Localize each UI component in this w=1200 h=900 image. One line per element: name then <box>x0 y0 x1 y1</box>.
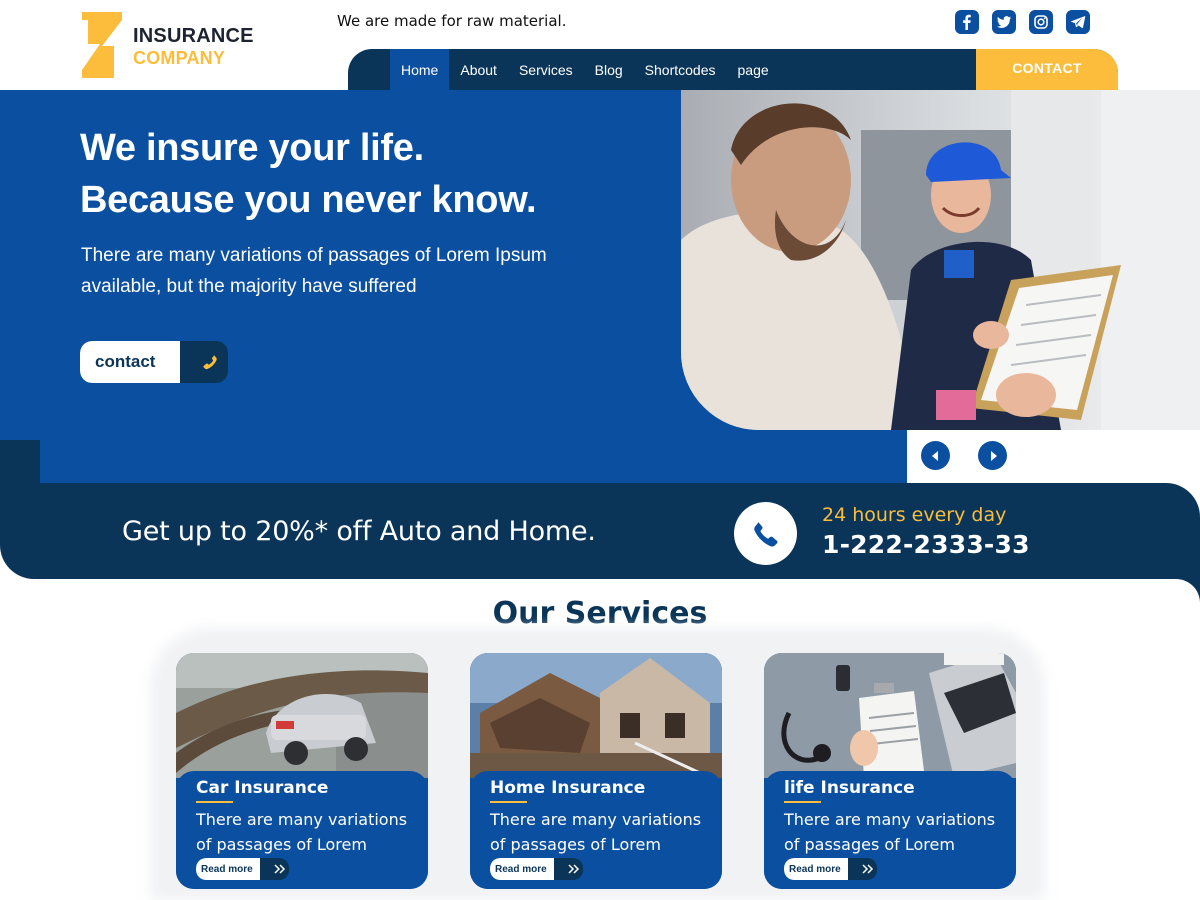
promo-text: Get up to 20%* off Auto and Home. <box>122 516 596 547</box>
card-body: life Insurance There are many variations… <box>764 771 1016 889</box>
phone-number[interactable]: 1-222-2333-33 <box>822 530 1030 559</box>
card-title-underline <box>490 801 527 803</box>
nav-item-shortcodes[interactable]: Shortcodes <box>634 49 727 90</box>
twitter-icon[interactable] <box>992 10 1016 34</box>
read-more-button[interactable]: Read more <box>196 858 289 880</box>
hero-title: We insure your life. Because you never k… <box>80 122 537 226</box>
card-text: There are many variations of passages of… <box>784 810 996 854</box>
card-title-underline <box>196 801 233 803</box>
card-text: There are many variations of passages of… <box>196 810 408 854</box>
nav-item-about[interactable]: About <box>449 49 508 90</box>
card-title: Home Insurance <box>490 778 646 798</box>
logo[interactable]: INSURANCE COMPANY <box>80 12 254 78</box>
card-title: Car Insurance <box>196 778 329 798</box>
logo-mark-icon <box>82 12 122 78</box>
double-chevron-right-icon <box>260 858 289 880</box>
telegram-icon[interactable] <box>1066 10 1090 34</box>
read-more-button[interactable]: Read more <box>490 858 583 880</box>
home-insurance-image <box>470 653 722 778</box>
logo-name-line1: INSURANCE <box>133 25 254 47</box>
main-nav: Home About Services Blog Shortcodes page… <box>348 49 1118 90</box>
phone-icon[interactable] <box>734 502 797 565</box>
arrow-left-icon[interactable] <box>921 441 950 470</box>
hero-title-line1: We insure your life. <box>80 127 424 169</box>
hero-section: We insure your life. Because you never k… <box>0 90 1200 483</box>
nav-item-home[interactable]: Home <box>390 49 450 90</box>
read-more-button[interactable]: Read more <box>784 858 877 880</box>
hero-contact-label: contact <box>80 341 192 383</box>
promo-corner <box>0 440 40 483</box>
double-chevron-right-icon <box>848 858 877 880</box>
car-insurance-image <box>176 653 428 778</box>
service-card-car: Car Insurance There are many variations … <box>176 653 428 889</box>
services-title: Our Services <box>492 596 708 631</box>
header-tagline: We are made for raw material. <box>337 12 567 30</box>
social-links <box>955 10 1090 34</box>
life-insurance-image <box>764 653 1016 778</box>
card-title: life Insurance <box>784 778 915 798</box>
service-card-home: Home Insurance There are many variations… <box>470 653 722 889</box>
hero-photo <box>681 90 1200 430</box>
phone-icon <box>180 341 228 383</box>
nav-item-services[interactable]: Services <box>508 49 584 90</box>
read-more-label: Read more <box>490 858 564 880</box>
card-body: Home Insurance There are many variations… <box>470 771 722 889</box>
hours-text: 24 hours every day <box>822 504 1007 526</box>
read-more-label: Read more <box>784 858 858 880</box>
nav-item-blog[interactable]: Blog <box>584 49 634 90</box>
double-chevron-right-icon <box>554 858 583 880</box>
hero-title-line2: Because you never know. <box>80 179 537 221</box>
contact-button[interactable]: CONTACT <box>976 49 1118 90</box>
card-text: There are many variations of passages of… <box>490 810 702 854</box>
instagram-icon[interactable] <box>1029 10 1053 34</box>
arrow-right-icon[interactable] <box>978 441 1007 470</box>
read-more-label: Read more <box>196 858 270 880</box>
logo-name-line2: COMPANY <box>133 48 226 68</box>
card-body: Car Insurance There are many variations … <box>176 771 428 889</box>
card-title-underline <box>784 801 821 803</box>
hero-subtitle: There are many variations of passages of… <box>81 245 547 297</box>
nav-item-page[interactable]: page <box>727 49 780 90</box>
site-header: INSURANCE COMPANY We are made for raw ma… <box>0 0 1200 90</box>
service-card-life: life Insurance There are many variations… <box>764 653 1016 889</box>
promo-band: Get up to 20%* off Auto and Home. 24 hou… <box>0 483 1200 579</box>
slider-controls <box>907 430 1200 483</box>
facebook-icon[interactable] <box>955 10 979 34</box>
hero-contact-button[interactable]: contact <box>80 341 228 383</box>
